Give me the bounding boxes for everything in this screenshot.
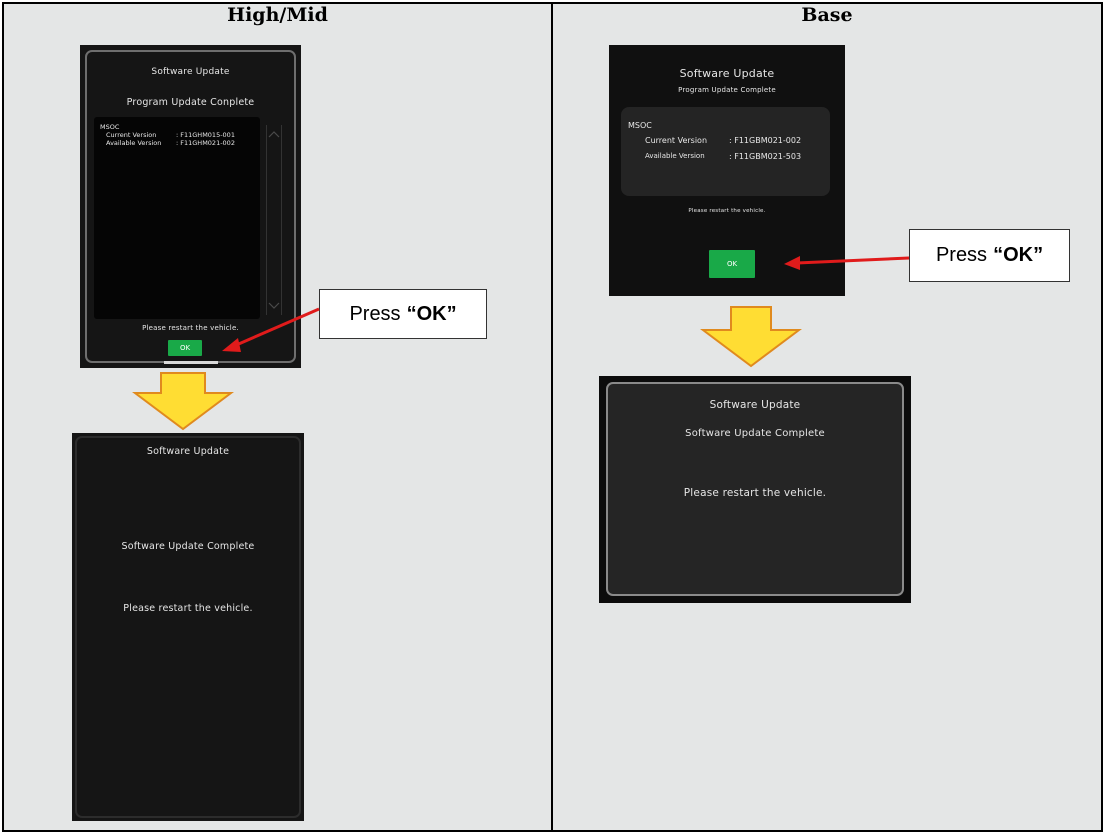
screen-title: Software Update xyxy=(709,399,801,411)
complete-message: Software Update Complete xyxy=(685,428,825,439)
pointer-arrow-base xyxy=(784,256,910,270)
base-software-update-complete-screen: Software Update Software Update Complete… xyxy=(599,376,911,603)
down-arrow-icon-base xyxy=(700,306,802,368)
restart-message: Please restart the vehicle. xyxy=(683,487,827,499)
